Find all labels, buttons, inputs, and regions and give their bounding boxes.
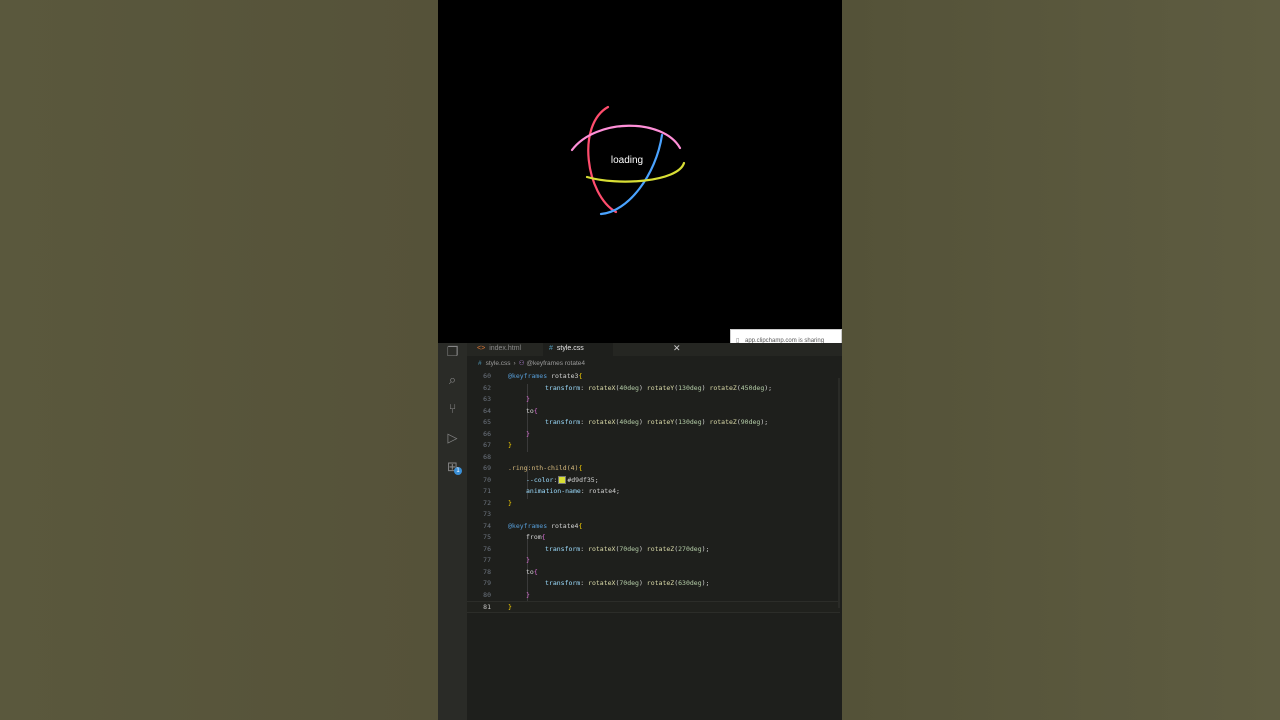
code-line: 76 transform: rotateX(70deg) rotateZ(270d… (483, 544, 710, 553)
browser-preview: loading (438, 0, 842, 343)
tab-label: index.html (489, 345, 522, 352)
code-line: 75 from{ (483, 533, 546, 541)
tab-index-html[interactable]: <> index.html (471, 343, 541, 356)
close-icon[interactable]: ✕ (673, 343, 681, 354)
code-line: 79 transform: rotateX(70deg) rotateZ(630d… (483, 579, 710, 587)
code-line: 73 (483, 510, 491, 518)
search-icon[interactable]: ⌕ (445, 373, 460, 388)
css-file-icon: # (549, 345, 553, 352)
tab-label: style.css (556, 345, 584, 352)
background-left (0, 0, 438, 720)
code-line: 63} (483, 395, 530, 403)
run-debug-icon[interactable]: ▷ (445, 431, 460, 446)
ring-blue (599, 133, 664, 216)
code-line: 65 transform: rotateX(40deg) rotateY(130d… (483, 418, 769, 426)
code-line: 69 .ring:nth-child(4){ (483, 464, 583, 472)
code-line: 70 --color: #d9df35; (483, 475, 599, 484)
source-control-icon[interactable]: ⑂ (445, 402, 460, 417)
code-line: 74 @keyframes rotate4{ (483, 521, 583, 530)
video-frame: loading ▯ app.clipchamp.com is sharing ❐… (438, 0, 842, 720)
code-line: 72} (483, 498, 512, 507)
code-line: 68 (483, 452, 491, 461)
code-editor: ❐ ⌕ ⑂ ▷ ⊞ 1 <> index.html # style.css ✕ # s… (438, 343, 842, 720)
code-line: 67} (483, 441, 512, 449)
editor-scrollbar[interactable] (838, 378, 840, 608)
explorer-icon[interactable]: ❐ (445, 345, 460, 360)
code-area[interactable]: 60 @keyframes rotate3{ 62 transform: rotat… (467, 371, 840, 613)
code-line: 66} (483, 429, 530, 438)
editor-tabs: <> index.html # style.css ✕ (467, 343, 842, 356)
color-swatch[interactable] (558, 475, 567, 484)
code-line: 78 to{ (483, 567, 538, 576)
activity-bar: ❐ ⌕ ⑂ ▷ ⊞ 1 (438, 343, 467, 720)
code-line: 80} (483, 590, 530, 599)
breadcrumb-symbol[interactable]: @keyframes rotate4 (526, 360, 585, 367)
code-line: 77} (483, 556, 530, 564)
code-line-current: 81} (467, 601, 840, 613)
tab-style-css[interactable]: # style.css ✕ (543, 343, 681, 356)
code-line: 60 @keyframes rotate3{ (483, 372, 583, 380)
code-line: 62 transform: rotateX(40deg) rotateY(130d… (483, 383, 773, 392)
code-line: 71 animation-name: rotate4; (483, 487, 620, 495)
chevron-right-icon: › (513, 360, 516, 367)
code-line: 64 to{ (483, 406, 538, 415)
loading-rings-animation (570, 105, 686, 216)
background-right (842, 0, 1280, 720)
breadcrumb: # style.css › ⚇ @keyframes rotate4 (478, 359, 585, 367)
html-file-icon: <> (477, 345, 486, 352)
css-file-icon: # (478, 360, 482, 367)
breadcrumb-file[interactable]: style.css (486, 360, 511, 367)
loading-label: loading (610, 155, 644, 166)
extensions-badge: 1 (454, 467, 462, 475)
